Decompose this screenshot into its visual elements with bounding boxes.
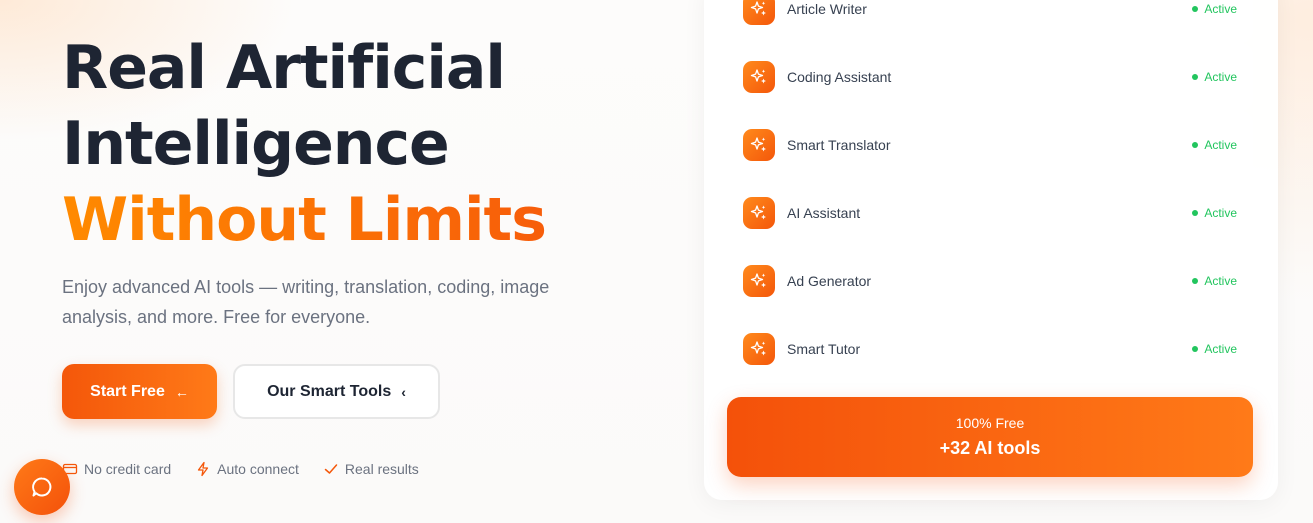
status-label: Active [1204, 342, 1237, 356]
status-label: Active [1204, 70, 1237, 84]
chat-bubble-icon [32, 477, 52, 497]
tool-item-article-writer[interactable]: Article Writer Active [727, 0, 1253, 43]
tool-name: AI Assistant [787, 205, 861, 221]
tool-name: Article Writer [787, 1, 867, 17]
banner-subtitle: 100% Free [955, 415, 1025, 431]
hero-title: Real Artificial Intelligence Without Lim… [62, 30, 547, 258]
chevron-left-icon: ‹ [401, 383, 406, 400]
sparkles-icon [743, 0, 775, 25]
smart-tools-label: Our Smart Tools [267, 382, 392, 400]
status-dot [1192, 142, 1199, 148]
tool-name: Coding Assistant [787, 69, 892, 85]
feature-list: No credit card Auto connect Real results [62, 461, 419, 477]
status-label: Active [1204, 138, 1237, 152]
tool-list: Article Writer Active Coding Assistant A… [727, 0, 1253, 383]
smart-tools-button[interactable]: Our Smart Tools ‹ [233, 364, 440, 419]
arrow-left-icon: ← [174, 383, 189, 400]
tool-name: Smart Translator [787, 137, 891, 153]
feature-label: No credit card [84, 461, 172, 477]
feature-no-credit-card: No credit card [62, 461, 171, 477]
hero-subtitle: Enjoy advanced AI tools — writing, trans… [62, 277, 550, 327]
check-icon [324, 464, 338, 474]
status-badge: Active [1192, 206, 1237, 220]
hero-title-line-2: Intelligence [62, 109, 450, 179]
sparkles-icon [743, 197, 775, 229]
feature-label: Real results [344, 461, 419, 477]
tool-item-ai-assistant[interactable]: AI Assistant Active [727, 179, 1253, 247]
hero-title-accent: Without Limits [62, 182, 547, 258]
chat-button[interactable] [14, 459, 70, 515]
status-dot [1192, 346, 1199, 352]
free-tools-banner[interactable]: 100% Free +32 AI tools [727, 397, 1253, 477]
sparkles-icon [743, 265, 775, 297]
status-badge: Active [1192, 138, 1237, 152]
tool-item-ad-generator[interactable]: Ad Generator Active [727, 247, 1253, 315]
feature-label: Auto connect [217, 461, 299, 477]
start-free-label: Start Free [90, 382, 165, 400]
status-badge: Active [1192, 2, 1237, 16]
tool-item-smart-tutor[interactable]: Smart Tutor Active [727, 315, 1253, 383]
tool-name: Smart Tutor [787, 341, 861, 357]
status-dot [1192, 210, 1199, 216]
status-label: Active [1204, 274, 1237, 288]
tool-name: Ad Generator [787, 273, 872, 289]
sparkles-icon [743, 129, 775, 161]
status-dot [1192, 278, 1199, 284]
lightning-icon [198, 461, 209, 477]
status-badge: Active [1192, 342, 1237, 356]
start-free-button[interactable]: Start Free ← [62, 364, 217, 419]
status-badge: Active [1192, 274, 1237, 288]
status-label: Active [1204, 206, 1237, 220]
tool-item-coding-assistant[interactable]: Coding Assistant Active [727, 43, 1253, 111]
feature-auto-connect: Auto connect [195, 461, 299, 477]
tool-item-smart-translator[interactable]: Smart Translator Active [727, 111, 1253, 179]
sparkles-icon [743, 333, 775, 365]
status-badge: Active [1192, 70, 1237, 84]
banner-title: +32 AI tools [939, 438, 1041, 458]
status-dot [1192, 74, 1199, 80]
status-label: Active [1204, 2, 1237, 16]
sparkles-icon [743, 61, 775, 93]
hero-title-line-1: Real Artificial [62, 33, 506, 103]
status-dot [1192, 6, 1199, 12]
feature-real-results: Real results [323, 461, 419, 477]
